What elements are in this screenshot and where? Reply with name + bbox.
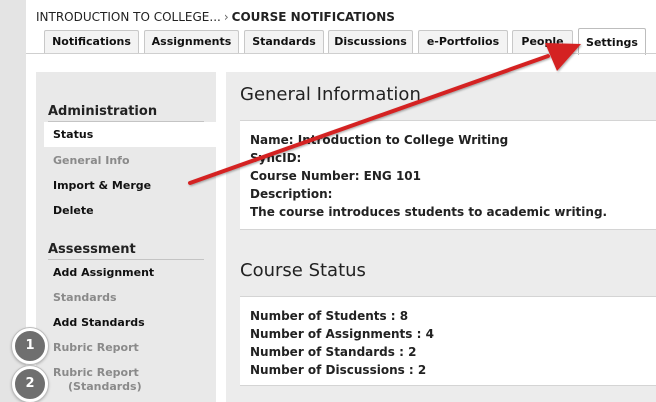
sidebar-item-rubric-report[interactable]: Rubric Report (53, 341, 139, 354)
number-of-discussions: Number of Discussions : 2 (250, 363, 427, 377)
tab-standards[interactable]: Standards (244, 30, 324, 53)
breadcrumb-separator: › (223, 10, 229, 24)
number-of-students: Number of Students : 8 (250, 309, 409, 323)
sidebar-item-status[interactable]: Status (53, 128, 93, 141)
sidebar-item-general-info[interactable]: General Info (53, 154, 130, 167)
sidebar-item-label: Rubric Report (53, 366, 139, 379)
general-information-panel: Name: Introduction to College Writing Sy… (240, 120, 656, 230)
sidebar-item-add-standards[interactable]: Add Standards (53, 316, 145, 329)
course-description-label: Description: (250, 187, 333, 201)
sidebar-item-delete[interactable]: Delete (53, 204, 94, 217)
main-content: General Information Name: Introduction t… (226, 72, 656, 402)
course-status-title: Course Status (240, 260, 366, 281)
sidebar-item-rubric-report-standards[interactable]: Rubric Report (Standards) (53, 366, 142, 393)
settings-sidebar: Administration Status General Info Impor… (36, 72, 216, 402)
tab-discussions[interactable]: Discussions (328, 30, 413, 53)
tab-settings[interactable]: Settings (578, 28, 646, 55)
tab-assignments[interactable]: Assignments (144, 30, 239, 53)
breadcrumb-current-page: COURSE NOTIFICATIONS (231, 10, 395, 24)
course-status-panel: Number of Students : 8 Number of Assignm… (240, 296, 656, 386)
breadcrumb-course-link[interactable]: INTRODUCTION TO COLLEGE... (36, 10, 221, 24)
tab-baseline (26, 53, 656, 54)
tab-people[interactable]: People (512, 30, 573, 53)
tab-notifications[interactable]: Notifications (44, 30, 139, 53)
step-badge-2: 2 (12, 366, 48, 402)
course-name: Name: Introduction to College Writing (250, 133, 509, 147)
step-badge-1: 1 (12, 328, 48, 364)
sidebar-item-add-assignment[interactable]: Add Assignment (53, 266, 154, 279)
sidebar-divider (48, 259, 204, 260)
sidebar-heading-administration: Administration (48, 104, 158, 119)
number-of-assignments: Number of Assignments : 4 (250, 327, 434, 341)
general-information-title: General Information (240, 84, 421, 105)
sidebar-item-import-merge[interactable]: Import & Merge (53, 179, 151, 192)
sidebar-item-standards[interactable]: Standards (53, 291, 117, 304)
tab-e-portfolios[interactable]: e-Portfolios (418, 30, 508, 53)
course-description: The course introduces students to academ… (250, 205, 608, 219)
course-sync-id: SyncID: (250, 151, 302, 165)
course-number: Course Number: ENG 101 (250, 169, 421, 183)
breadcrumb: INTRODUCTION TO COLLEGE... › COURSE NOTIFI… (36, 10, 395, 24)
sidebar-heading-assessment: Assessment (48, 242, 136, 257)
number-of-standards: Number of Standards : 2 (250, 345, 417, 359)
sidebar-item-label-sub: (Standards) (68, 380, 142, 393)
